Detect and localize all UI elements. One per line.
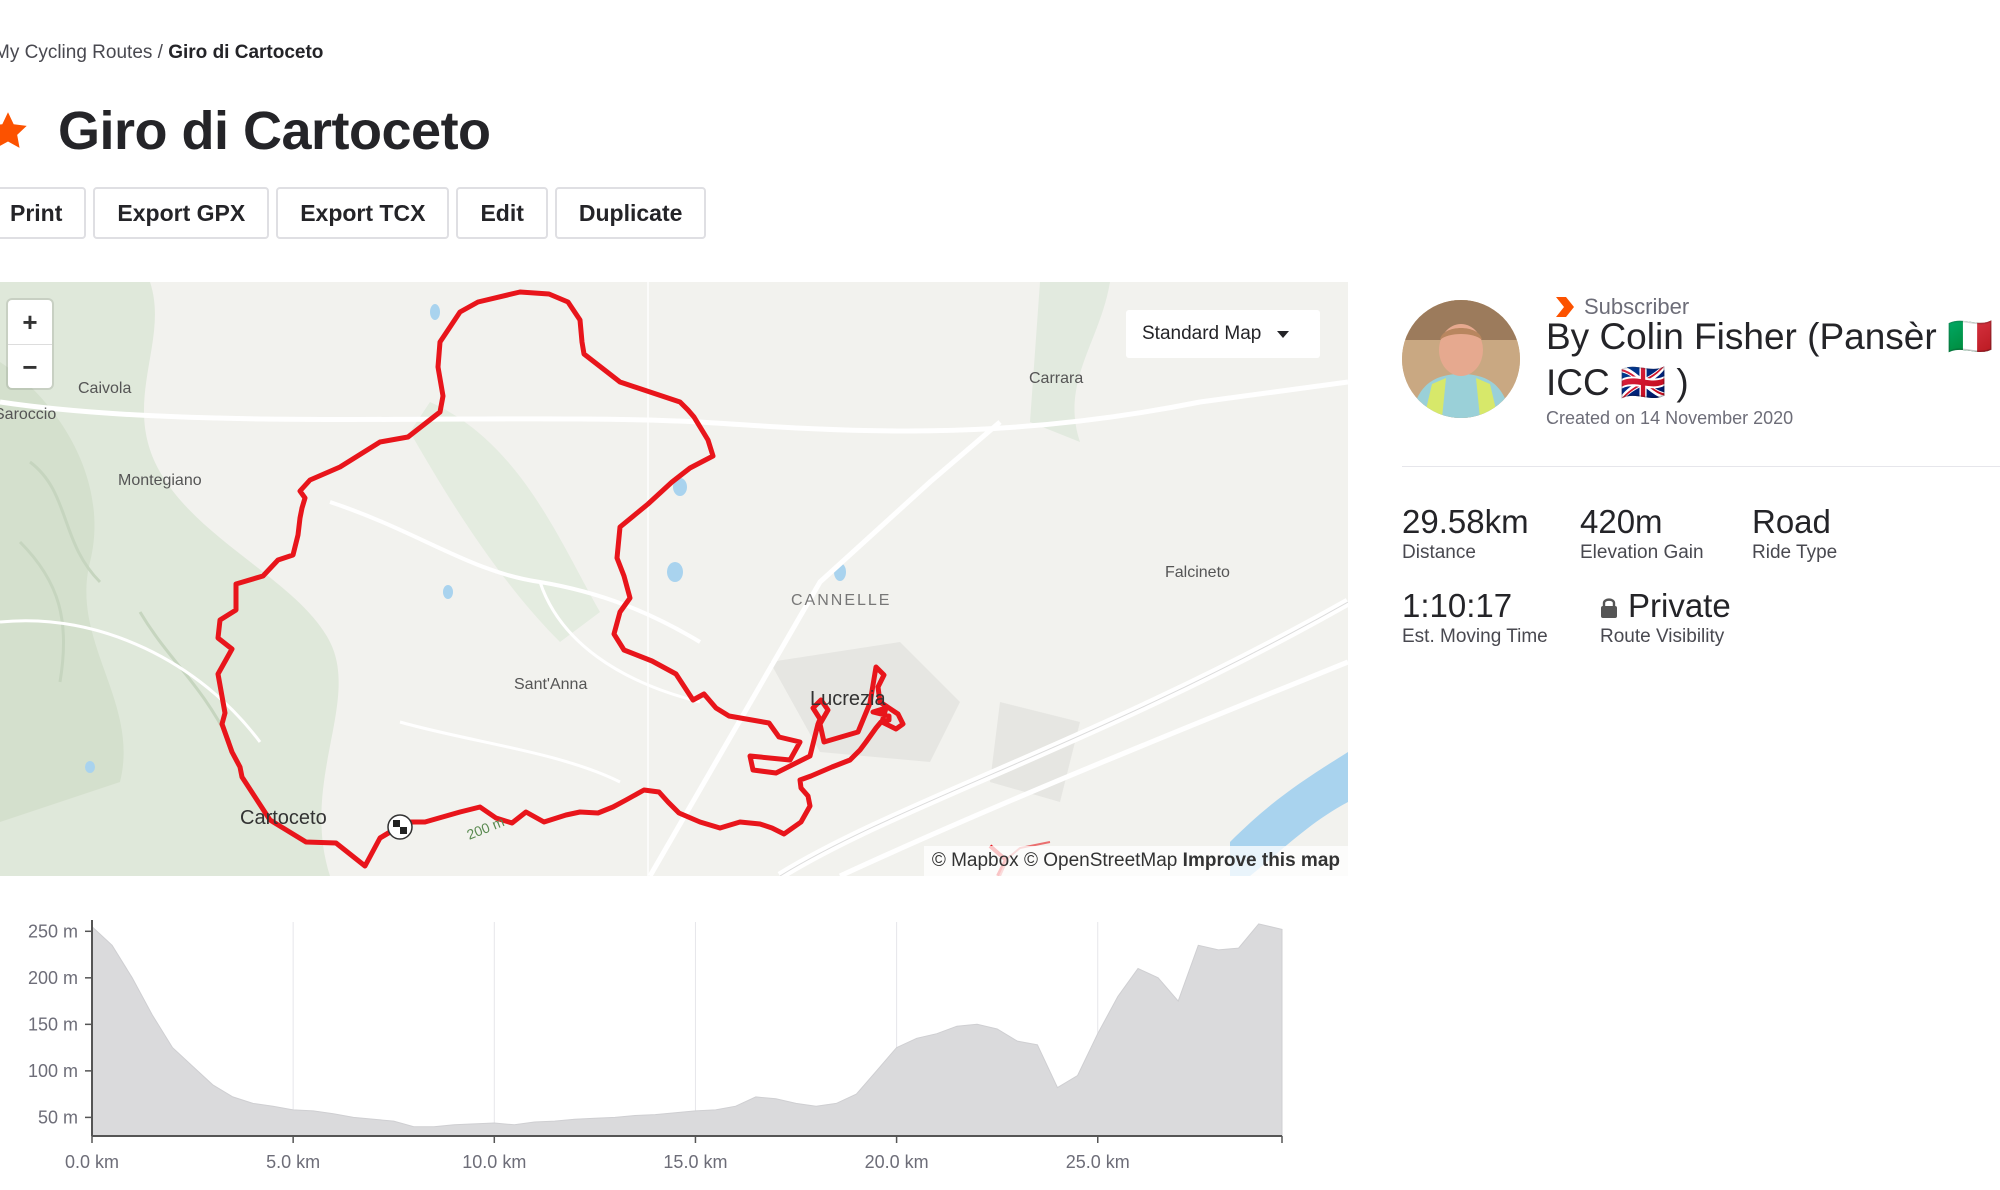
place-label: Montegiano	[118, 472, 202, 489]
x-tick-label: 0.0 km	[65, 1152, 119, 1172]
caret-down-icon	[1277, 330, 1290, 338]
edit-button[interactable]: Edit	[456, 187, 548, 239]
place-label: Caivola	[78, 380, 132, 397]
start-finish-marker	[387, 814, 413, 840]
place-label: CANNELLE	[791, 592, 892, 609]
map-attribution: © Mapbox © OpenStreetMap Improve this ma…	[923, 846, 1348, 876]
divider	[1402, 466, 2000, 467]
print-button[interactable]: Print	[0, 187, 87, 239]
x-tick-label: 25.0 km	[1066, 1152, 1130, 1172]
y-tick-label: 200 m	[28, 968, 78, 988]
y-tick-label: 50 m	[38, 1107, 78, 1127]
stat-visibility: Private Route Visibility	[1600, 588, 1731, 648]
breadcrumb-current: Giro di Cartoceto	[168, 42, 324, 63]
elevation-area	[91, 923, 1283, 1137]
action-toolbar: Print Export GPX Export TCX Edit Duplica…	[0, 187, 707, 239]
stat-ride-type: Road Ride Type	[1752, 504, 1837, 564]
lock-icon	[1601, 598, 1617, 619]
y-tick-label: 100 m	[28, 1061, 78, 1081]
duplicate-button[interactable]: Duplicate	[554, 187, 707, 239]
export-gpx-button[interactable]: Export GPX	[93, 187, 270, 239]
y-tick-label: 250 m	[28, 921, 78, 941]
zoom-in-button[interactable]: +	[8, 300, 52, 344]
mapbox-link[interactable]: © Mapbox	[932, 850, 1019, 871]
y-tick-label: 150 m	[28, 1014, 78, 1034]
map-canvas	[0, 282, 1348, 876]
stat-label: Est. Moving Time	[1402, 626, 1548, 647]
breadcrumb-separator: /	[157, 42, 163, 63]
x-tick-label: 15.0 km	[663, 1152, 727, 1172]
stat-value: 29.58km	[1402, 503, 1529, 540]
title-row: Giro di Cartoceto	[0, 100, 491, 162]
created-date: Created on 14 November 2020	[1546, 408, 1794, 428]
place-label: Sant'Anna	[514, 676, 588, 693]
breadcrumb-parent-link[interactable]: My Cycling Routes	[0, 42, 152, 63]
stat-label: Elevation Gain	[1580, 542, 1704, 563]
zoom-control: + −	[8, 300, 52, 388]
avatar[interactable]	[1402, 300, 1520, 418]
place-label: Cartoceto	[240, 807, 327, 829]
stat-label: Route Visibility	[1600, 626, 1725, 647]
osm-link[interactable]: © OpenStreetMap	[1024, 850, 1177, 871]
improve-map-link[interactable]: Improve this map	[1183, 850, 1340, 871]
stat-value: Road	[1752, 503, 1831, 540]
stat-value: 420m	[1580, 503, 1663, 540]
x-tick-label: 20.0 km	[865, 1152, 929, 1172]
stat-distance: 29.58km Distance	[1402, 504, 1529, 564]
place-label: Carrara	[1029, 370, 1084, 387]
place-label: Saroccio	[0, 406, 57, 423]
owner-name[interactable]: By Colin Fisher (Pansèr 🇮🇹 ICC 🇬🇧 )	[1546, 314, 2000, 406]
stat-elevation: 420m Elevation Gain	[1580, 504, 1704, 564]
elevation-chart[interactable]: 250 m 200 m 150 m 100 m 50 m 0.0 km 5.0 km 10.0…	[0, 900, 1300, 1180]
map-style-dropdown[interactable]: Standard Map	[1126, 310, 1320, 358]
star-icon[interactable]	[0, 109, 30, 153]
place-label: Falcineto	[1165, 564, 1230, 581]
place-label: Lucrezia	[810, 688, 886, 710]
stat-label: Distance	[1402, 542, 1476, 563]
page-title: Giro di Cartoceto	[58, 101, 491, 161]
stat-value: 1:10:17	[1402, 587, 1513, 624]
x-tick-label: 5.0 km	[266, 1152, 320, 1172]
x-tick-label: 10.0 km	[462, 1152, 526, 1172]
breadcrumb: My Cycling Routes / Giro di Cartoceto	[0, 42, 323, 64]
stat-label: Ride Type	[1752, 542, 1838, 563]
map-style-label: Standard Map	[1142, 323, 1262, 344]
zoom-out-button[interactable]: −	[8, 344, 52, 389]
export-tcx-button[interactable]: Export TCX	[276, 187, 450, 239]
route-map[interactable]: + − Standard Map Caivola Saroccio Monteg…	[0, 282, 1348, 876]
stat-moving-time: 1:10:17 Est. Moving Time	[1402, 588, 1548, 648]
stat-value: Private	[1628, 587, 1731, 624]
